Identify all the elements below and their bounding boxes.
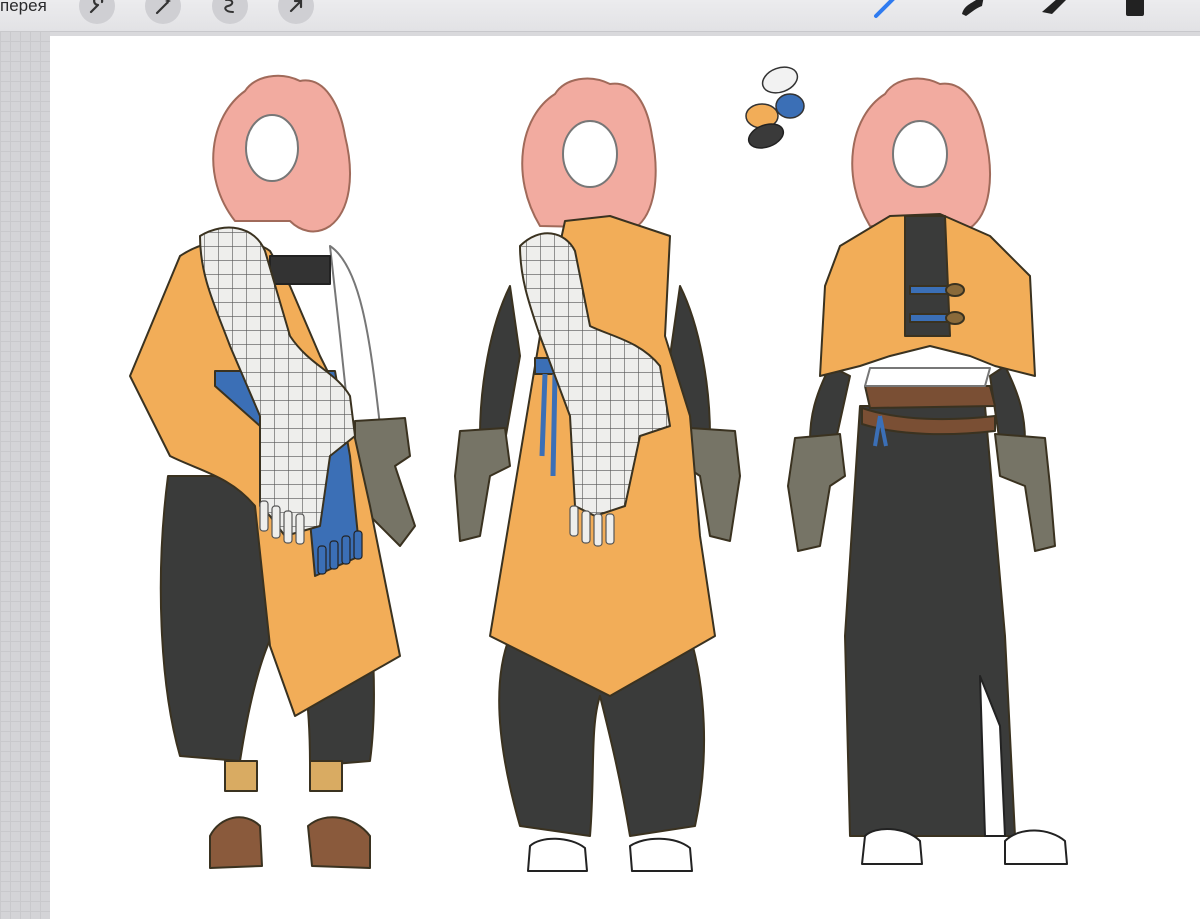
- color-palette: [745, 66, 805, 149]
- outfit-design-1: [129, 74, 416, 869]
- gallery-button[interactable]: перея: [0, 0, 47, 16]
- wrench-icon[interactable]: [79, 0, 115, 24]
- layers-icon[interactable]: [1120, 0, 1150, 20]
- artwork: [129, 66, 1068, 872]
- transform-arrow-icon[interactable]: [278, 0, 314, 24]
- magic-wand-icon[interactable]: [145, 0, 181, 24]
- outfit-design-3: [787, 77, 1068, 865]
- canvas-gutter: [0, 31, 50, 919]
- eraser-icon[interactable]: [1038, 0, 1072, 20]
- outfit-design-2: [454, 77, 741, 872]
- drawing-canvas[interactable]: [50, 36, 1200, 919]
- selection-icon[interactable]: [212, 0, 248, 24]
- smudge-icon[interactable]: [956, 0, 990, 20]
- top-toolbar: перея: [0, 0, 1200, 32]
- brush-icon[interactable]: [870, 0, 900, 20]
